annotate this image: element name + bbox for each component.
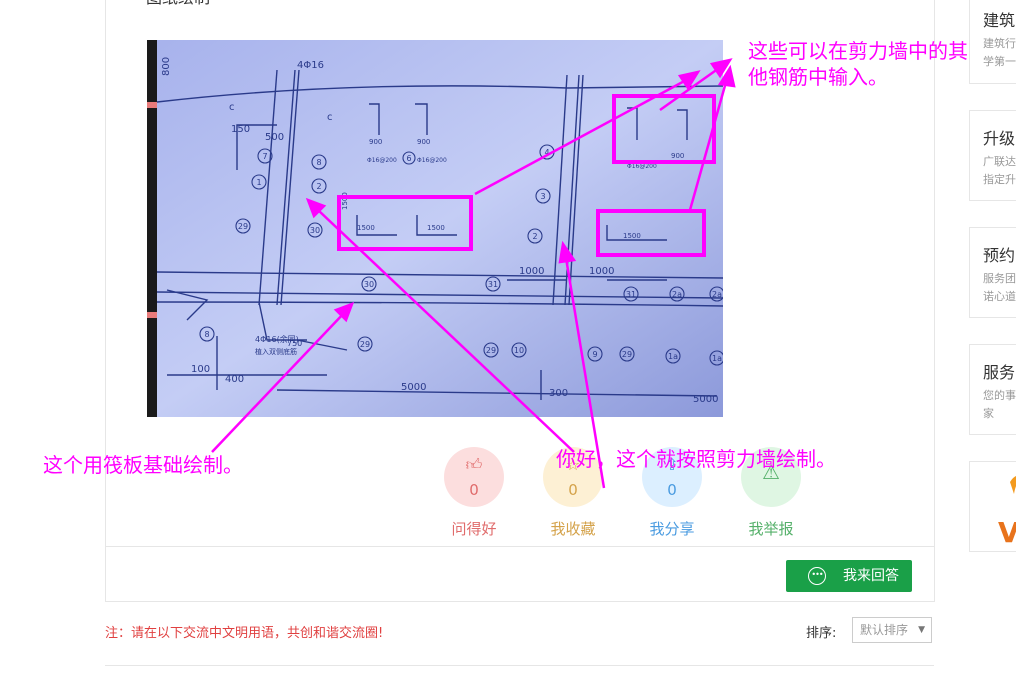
- favorite-count: 0: [568, 481, 578, 499]
- svg-text:500: 500: [265, 132, 284, 143]
- svg-text:10: 10: [514, 346, 524, 355]
- svg-text:1500: 1500: [341, 192, 349, 210]
- sidebar-card-2[interactable]: 升级 广联达 指定升: [969, 110, 1016, 201]
- svg-text:29: 29: [360, 340, 370, 349]
- svg-text:c: c: [229, 102, 235, 113]
- svg-text:3: 3: [540, 192, 545, 201]
- svg-text:800: 800: [161, 57, 172, 76]
- like-label: 问得好: [451, 520, 497, 538]
- report-label: 我举报: [748, 520, 794, 538]
- share-count: 0: [667, 481, 677, 499]
- svg-text:400: 400: [225, 374, 244, 385]
- bottom-divider: [105, 665, 934, 666]
- svg-text:Φ16@200: Φ16@200: [367, 157, 397, 164]
- svg-text:5000: 5000: [693, 394, 718, 405]
- sidebar-card-title: 预约: [983, 246, 1016, 265]
- svg-text:Φ16@200: Φ16@200: [417, 157, 447, 164]
- svg-text:1500: 1500: [427, 224, 445, 232]
- svg-text:1: 1: [256, 178, 261, 187]
- sidebar-card-line: 家: [983, 407, 994, 420]
- svg-text:7: 7: [262, 152, 267, 161]
- question-title: 图纸绘制: [146, 0, 210, 8]
- svg-text:29: 29: [238, 222, 248, 231]
- svg-text:6: 6: [406, 154, 411, 163]
- sidebar-card-line: 诺心道: [983, 290, 1016, 303]
- svg-text:30: 30: [310, 226, 320, 235]
- sidebar-card-line: 您的事: [983, 389, 1016, 402]
- svg-text:2a: 2a: [712, 290, 722, 299]
- favorite-label: 我收藏: [550, 520, 596, 538]
- annotation-left: 这个用筏板基础绘制。: [43, 453, 243, 477]
- thumbs-up-icon: 👍︎: [465, 455, 483, 474]
- sort-label: 排序:: [806, 626, 837, 641]
- sidebar-card-line: 服务团: [983, 272, 1016, 285]
- partner-logo: V: [998, 476, 1016, 549]
- svg-text:1000: 1000: [589, 266, 614, 277]
- svg-text:2: 2: [316, 182, 321, 191]
- sidebar-card-1[interactable]: 建筑 建筑行 学第一: [969, 0, 1016, 84]
- svg-text:300: 300: [549, 388, 568, 399]
- svg-text:5000: 5000: [401, 382, 426, 393]
- svg-text:750: 750: [287, 339, 302, 348]
- svg-text:30: 30: [364, 280, 374, 289]
- svg-text:31: 31: [626, 290, 636, 299]
- svg-text:4Φ16: 4Φ16: [297, 60, 324, 71]
- svg-text:c: c: [327, 112, 333, 123]
- like-count: 0: [469, 481, 479, 499]
- sort-select-value: 默认排序: [860, 623, 909, 637]
- svg-text:植入双侧底筋: 植入双侧底筋: [255, 347, 297, 356]
- question-image[interactable]: 4Φ16 800 150 500 c c 900 900 1500 1500 1…: [147, 40, 723, 417]
- annotation-middle: 你好，这个就按照剪力墙绘制。: [556, 447, 836, 471]
- svg-text:29: 29: [486, 346, 496, 355]
- svg-text:100: 100: [191, 364, 210, 375]
- svg-text:Φ16@200: Φ16@200: [627, 163, 657, 170]
- svg-text:900: 900: [671, 152, 684, 160]
- svg-text:1500: 1500: [357, 224, 375, 232]
- svg-text:1500: 1500: [623, 232, 641, 240]
- sidebar-card-line: 指定升: [983, 173, 1016, 186]
- svg-text:150: 150: [231, 124, 250, 135]
- svg-text:9: 9: [592, 350, 597, 359]
- sidebar-card-4[interactable]: 服务 您的事 家: [969, 344, 1016, 435]
- svg-text:1a: 1a: [712, 354, 722, 363]
- civility-note: 注：请在以下交流中文明用语，共创和谐交流圈!: [105, 626, 384, 641]
- svg-text:31: 31: [488, 280, 498, 289]
- svg-text:2a: 2a: [672, 290, 682, 299]
- answer-button-label: 我来回答: [843, 568, 899, 584]
- card-divider: [105, 546, 934, 547]
- blueprint-photo: 4Φ16 800 150 500 c c 900 900 1500 1500 1…: [147, 40, 723, 417]
- sort-select[interactable]: 默认排序 ▼: [852, 617, 932, 643]
- svg-text:4: 4: [544, 148, 549, 157]
- svg-text:1a: 1a: [668, 352, 678, 361]
- chevron-down-icon: ▼: [918, 625, 925, 635]
- svg-text:29: 29: [622, 350, 632, 359]
- sidebar-card-line: 学第一: [983, 55, 1016, 68]
- sidebar-card-line: 建筑行: [983, 37, 1016, 50]
- svg-text:2: 2: [532, 232, 537, 241]
- like-action[interactable]: 👍︎ 0 问得好: [439, 447, 509, 539]
- svg-text:8: 8: [316, 158, 321, 167]
- svg-text:900: 900: [417, 138, 430, 146]
- svg-text:900: 900: [369, 138, 382, 146]
- svg-text:1000: 1000: [519, 266, 544, 277]
- sidebar-card-5[interactable]: V: [969, 461, 1016, 552]
- sidebar-card-line: 广联达: [983, 155, 1016, 168]
- svg-text:V: V: [998, 516, 1016, 549]
- sidebar-card-title: 升级: [983, 129, 1016, 148]
- answer-button[interactable]: ••• 我来回答: [786, 560, 912, 592]
- sidebar-card-title: 服务: [983, 363, 1016, 382]
- question-card: 图纸绘制: [105, 0, 935, 602]
- sidebar-card-title: 建筑: [983, 11, 1016, 30]
- annotation-top-right: 这些可以在剪力墙中的其他钢筋中输入。: [748, 39, 968, 89]
- sidebar-card-3[interactable]: 预约 服务团 诺心道: [969, 227, 1016, 318]
- share-label: 我分享: [649, 520, 695, 538]
- svg-text:8: 8: [204, 330, 209, 339]
- chat-bubble-icon: •••: [808, 567, 826, 585]
